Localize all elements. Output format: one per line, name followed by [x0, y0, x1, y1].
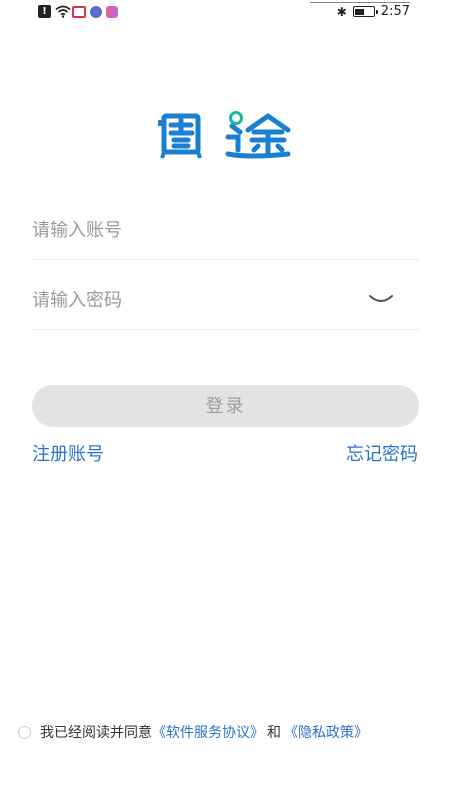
app-notification-icon [72, 5, 86, 18]
battery-icon [352, 6, 378, 17]
agreement-row: 我已经阅读并同意 《软件服务协议》 和 《隐私政策》 [18, 722, 368, 742]
login-button[interactable]: 登录 [32, 385, 419, 427]
alert-icon: ! [38, 5, 51, 18]
agreement-conjunction: 和 [267, 725, 281, 741]
status-right-icons: ✱ 2:57 [337, 4, 410, 19]
status-time: 2:57 [380, 4, 410, 19]
privacy-policy-link[interactable]: 《隐私政策》 [284, 722, 368, 742]
register-link[interactable]: 注册账号 [32, 440, 104, 466]
status-left-icons: ! [38, 5, 118, 18]
password-input[interactable] [32, 289, 419, 311]
bluetooth-icon: ✱ [336, 4, 347, 19]
status-divider [310, 2, 410, 3]
account-field[interactable] [32, 201, 419, 260]
app-pink-icon [106, 5, 118, 18]
agreement-radio[interactable] [18, 725, 31, 739]
wifi-icon [55, 5, 71, 18]
account-input[interactable] [32, 219, 419, 241]
status-bar: ! ✱ 2:57 [0, 0, 450, 26]
eye-closed-icon[interactable] [368, 291, 394, 305]
terms-link[interactable]: 《软件服务协议》 [152, 722, 264, 742]
app-logo [158, 110, 294, 160]
app-circle-icon [90, 5, 102, 18]
password-field[interactable] [32, 271, 419, 330]
forgot-password-link[interactable]: 忘记密码 [346, 440, 418, 466]
agreement-text: 我已经阅读并同意 [40, 725, 152, 741]
